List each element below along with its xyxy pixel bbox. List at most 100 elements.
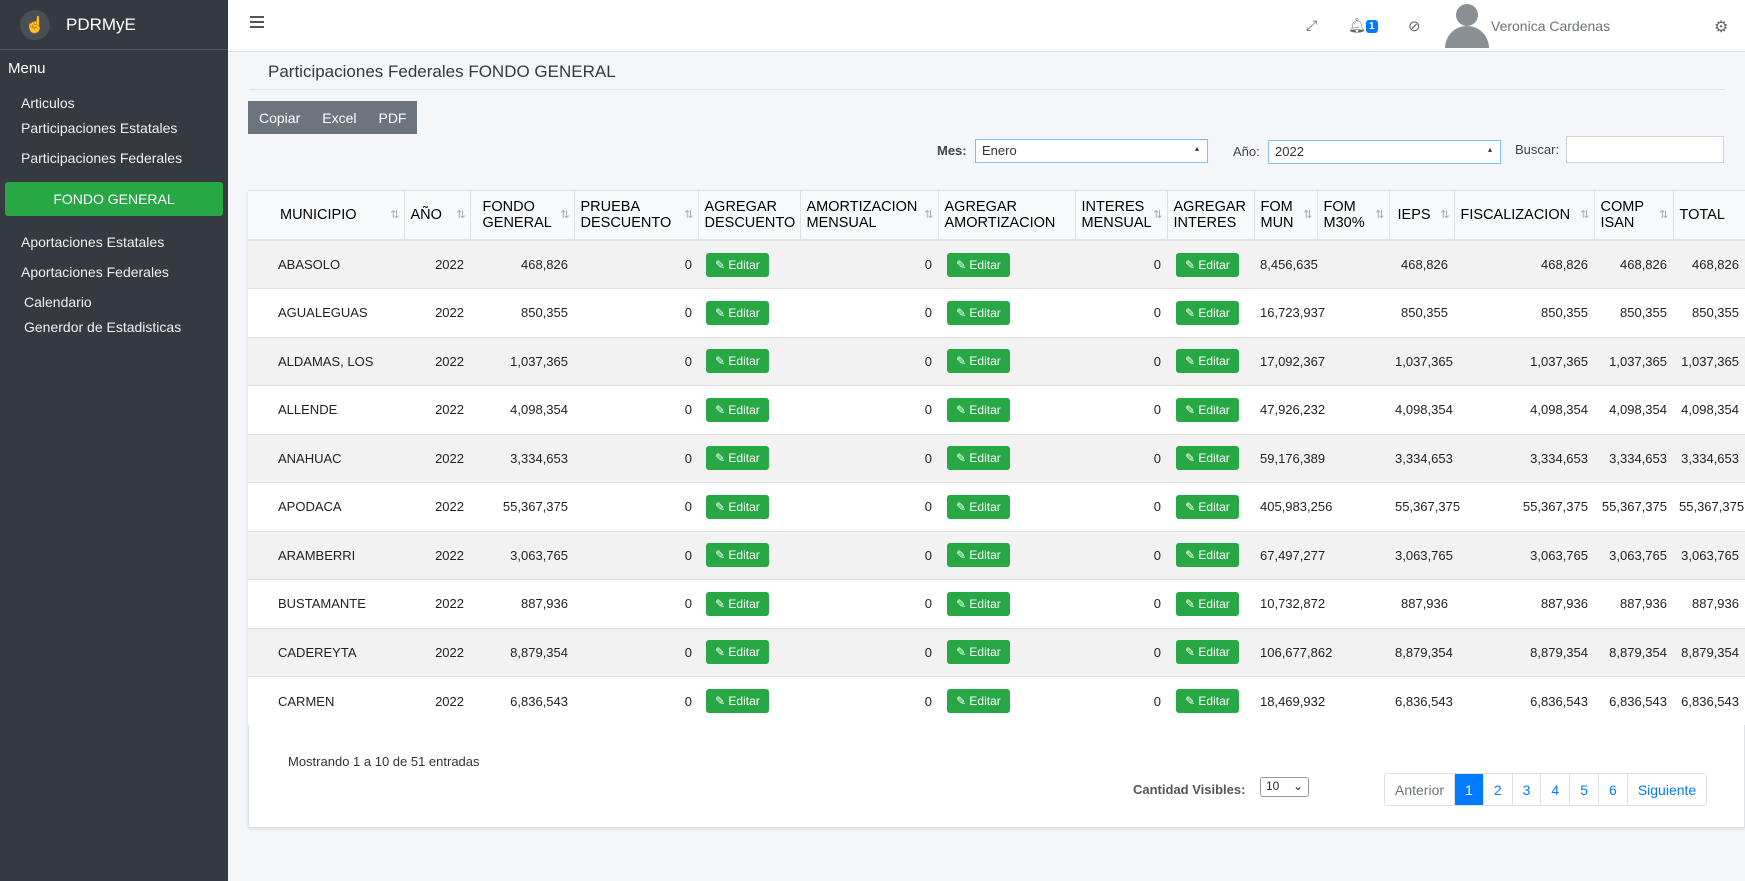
edit-interes-button[interactable]: ✎ Editar — [1176, 640, 1239, 665]
cell-anio: 2022 — [404, 385, 470, 434]
edit-interes-button[interactable]: ✎ Editar — [1176, 300, 1239, 325]
col-header-agregar-descuento[interactable]: AGREGAR DESCUENTO — [698, 191, 801, 241]
bell-icon[interactable]: 🔔︎ — [1348, 17, 1366, 34]
edit-descuento-button[interactable]: ✎ Editar — [706, 397, 769, 422]
pagination-page-5[interactable]: 5 — [1569, 774, 1598, 805]
sidebar-item-articulos[interactable]: Articulos — [0, 89, 228, 117]
edit-icon: ✎ — [715, 451, 729, 466]
col-header-fom-mun[interactable]: FOM MUN ⇅ — [1254, 191, 1318, 241]
edit-label: Editar — [969, 645, 1001, 660]
edit-interes-button[interactable]: ✎ Editar — [1176, 446, 1239, 471]
col-header-fondo-general[interactable]: FONDO GENERAL ⇅ — [470, 191, 575, 241]
edit-interes-button[interactable]: ✎ Editar — [1176, 494, 1239, 519]
pagination-page-1[interactable]: 1 — [1454, 774, 1483, 805]
edit-descuento-button[interactable]: ✎ Editar — [706, 543, 769, 568]
edit-descuento-button[interactable]: ✎ Editar — [706, 591, 769, 616]
col-header-amortizacion-mensual[interactable]: AMORTIZACION MENSUAL ⇅ — [800, 191, 939, 241]
edit-descuento-button[interactable]: ✎ Editar — [706, 300, 769, 325]
edit-descuento-button[interactable]: ✎ Editar — [706, 640, 769, 665]
edit-interes-button[interactable]: ✎ Editar — [1176, 689, 1239, 713]
edit-icon: ✎ — [956, 257, 970, 272]
cell-interes-mensual: 0 — [1075, 530, 1167, 580]
sidebar-item-participaciones-estatales[interactable]: Participaciones Estatales — [0, 117, 228, 142]
excel-button[interactable]: Excel — [311, 101, 368, 134]
block-icon[interactable]: ⊘ — [1408, 17, 1421, 35]
cell-fom-mun: 106,677,862 — [1254, 627, 1332, 677]
edit-descuento-button[interactable]: ✎ Editar — [706, 446, 769, 471]
col-header-agregar-amortizacion[interactable]: AGREGAR AMORTIZACION — [938, 191, 1076, 241]
edit-descuento-button[interactable]: ✎ Editar — [706, 494, 769, 519]
edit-descuento-button[interactable]: ✎ Editar — [706, 689, 769, 713]
sidebar-item-fondo-general[interactable]: FONDO GENERAL — [5, 182, 223, 216]
cell-ieps: 468,826 — [1389, 239, 1454, 289]
col-header-fiscalizacion[interactable]: FISCALIZACION ⇅ — [1454, 191, 1595, 241]
sidebar-item-participaciones-federales[interactable]: Participaciones Federales — [0, 142, 228, 172]
edit-amortizacion-button[interactable]: ✎ Editar — [947, 591, 1010, 616]
copy-button[interactable]: Copiar — [248, 101, 312, 134]
col-header-fom-m30[interactable]: FOM M30% ⇅ — [1317, 191, 1390, 241]
edit-amortizacion-button[interactable]: ✎ Editar — [947, 543, 1010, 568]
cell-municipio: CADEREYTA — [248, 627, 404, 677]
pagination-page-2[interactable]: 2 — [1482, 774, 1512, 805]
edit-amortizacion-button[interactable]: ✎ Editar — [947, 252, 1010, 277]
pagination-page-4[interactable]: 4 — [1540, 774, 1569, 805]
pagination-next[interactable]: Siguiente — [1626, 774, 1706, 805]
cell-ieps: 55,367,375 — [1389, 482, 1460, 531]
edit-interes-button[interactable]: ✎ Editar — [1176, 591, 1239, 616]
month-select[interactable]: Enero ▴ — [975, 139, 1208, 163]
edit-amortizacion-button[interactable]: ✎ Editar — [947, 640, 1010, 665]
edit-label: Editar — [1198, 305, 1230, 320]
edit-amortizacion-button[interactable]: ✎ Editar — [947, 446, 1010, 471]
cell-fom-m30 — [1317, 676, 1389, 725]
col-header-agregar-interes[interactable]: AGREGAR INTERES — [1167, 191, 1255, 241]
cell-prueba-descuento: 0 — [574, 676, 698, 725]
search-input[interactable] — [1566, 136, 1724, 163]
user-name[interactable]: Veronica Cardenas — [1491, 18, 1610, 34]
select-caret-icon: ▴ — [1194, 144, 1199, 153]
edit-descuento-button[interactable]: ✎ Editar — [706, 349, 769, 374]
edit-interes-button[interactable]: ✎ Editar — [1176, 349, 1239, 374]
cell-fiscalizacion: 55,367,375 — [1454, 482, 1594, 531]
edit-label: Editar — [1198, 257, 1230, 272]
edit-amortizacion-button[interactable]: ✎ Editar — [947, 300, 1010, 325]
edit-label: Editar — [728, 451, 760, 466]
qty-visible-select[interactable]: 10 ⌄ — [1260, 777, 1309, 797]
year-select[interactable]: 2022 ▴ — [1268, 140, 1501, 164]
col-header-interes-mensual[interactable]: INTERES MENSUAL ⇅ — [1075, 191, 1168, 241]
pagination-page-3[interactable]: 3 — [1511, 774, 1541, 805]
col-header-total[interactable]: TOTAL — [1673, 191, 1745, 241]
edit-icon: ✎ — [1185, 402, 1199, 417]
edit-interes-button[interactable]: ✎ Editar — [1176, 397, 1239, 422]
col-header-anio[interactable]: AÑO ⇅ — [404, 191, 471, 241]
sidebar-item-aportaciones-federales[interactable]: Aportaciones Federales — [0, 256, 228, 286]
sidebar-item-calendario[interactable]: Calendario — [0, 286, 228, 316]
pdf-button[interactable]: PDF — [367, 101, 418, 134]
edit-descuento-button[interactable]: ✎ Editar — [706, 252, 769, 277]
sidebar-item-estadisticas[interactable]: Generdor de Estadisticas — [0, 316, 228, 341]
edit-label: Editar — [1198, 596, 1230, 611]
fullscreen-icon[interactable]: ⤢ — [1306, 17, 1317, 34]
pagination-prev[interactable]: Anterior — [1385, 774, 1454, 805]
edit-amortizacion-button[interactable]: ✎ Editar — [947, 689, 1010, 713]
settings-gear-icon[interactable]: ⚙ — [1714, 17, 1728, 37]
edit-label: Editar — [1198, 451, 1230, 466]
col-header-prueba-descuento[interactable]: PRUEBA DESCUENTO ⇅ — [574, 191, 699, 241]
edit-amortizacion-button[interactable]: ✎ Editar — [947, 397, 1010, 422]
edit-interes-button[interactable]: ✎ Editar — [1176, 252, 1239, 277]
edit-amortizacion-button[interactable]: ✎ Editar — [947, 349, 1010, 374]
pagination-page-6[interactable]: 6 — [1598, 774, 1627, 805]
edit-label: Editar — [969, 548, 1001, 563]
brand[interactable]: ☝ PDRMyE — [0, 0, 228, 50]
hamburger-menu-icon[interactable] — [250, 16, 264, 28]
avatar[interactable] — [1443, 4, 1489, 48]
cell-municipio: APODACA — [248, 482, 404, 531]
cell-fom-mun: 47,926,232 — [1254, 385, 1325, 434]
edit-interes-button[interactable]: ✎ Editar — [1176, 543, 1239, 568]
edit-label: Editar — [1198, 548, 1230, 563]
edit-amortizacion-button[interactable]: ✎ Editar — [947, 494, 1010, 519]
col-header-ieps[interactable]: IEPS ⇅ — [1389, 191, 1455, 241]
table-row: ALLENDE 2022 4,098,354 0 ✎ Editar 0 ✎ Editar 0 ✎… — [248, 385, 1745, 434]
col-header-municipio[interactable]: MUNICIPIO ⇅ — [248, 191, 405, 241]
col-header-comp-isan[interactable]: COMP ISAN ⇅ — [1594, 191, 1674, 241]
sidebar-item-aportaciones-estatales[interactable]: Aportaciones Estatales — [0, 222, 228, 256]
